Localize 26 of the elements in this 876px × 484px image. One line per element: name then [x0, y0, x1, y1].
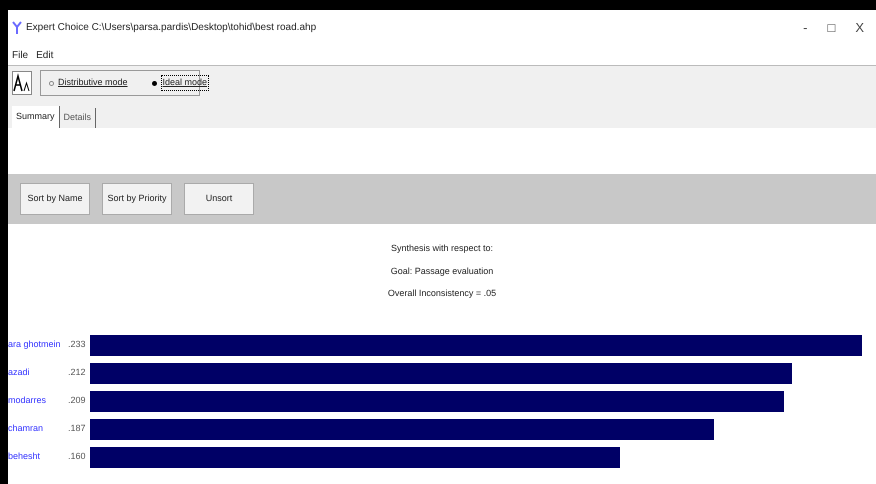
priority-value: .187	[68, 422, 87, 436]
priority-value: .209	[68, 394, 87, 408]
alternative-name: ara ghotmein	[8, 338, 62, 352]
window-control[interactable]: □	[827, 18, 836, 38]
font-size-icon[interactable]	[12, 71, 32, 95]
alternative-name: azadi	[8, 366, 31, 380]
alternative-name: modarres	[8, 394, 48, 408]
window-title: Expert Choice C:\Users\parsa.pardis\Desktop\tohid\best road.ahp	[26, 21, 316, 35]
synthesis-text: Synthesis with respect to:	[390, 242, 494, 255]
mode-radio[interactable]: Distributive mode	[49, 76, 128, 90]
menu-item[interactable]: Edit	[36, 48, 54, 62]
priority-value: .233	[68, 338, 87, 352]
priority-value: .212	[68, 366, 87, 380]
sort-button[interactable]: Sort by Name	[20, 183, 90, 215]
app-logo-icon	[12, 20, 22, 34]
tab[interactable]: Summary	[12, 106, 60, 128]
menu-item[interactable]: File	[12, 48, 28, 62]
sort-button[interactable]: Sort by Priority	[102, 183, 172, 215]
alternative-name: behesht	[8, 450, 42, 464]
synthesis-text: Overall Inconsistency = .05	[388, 287, 496, 300]
window-control[interactable]: -	[803, 18, 808, 38]
synthesis-text: Goal: Passage evaluation	[390, 264, 494, 278]
priority-value: .160	[68, 450, 87, 464]
alternative-name: chamran	[8, 422, 44, 436]
sort-button[interactable]: Unsort	[184, 183, 254, 215]
window-control[interactable]: X	[855, 18, 864, 38]
